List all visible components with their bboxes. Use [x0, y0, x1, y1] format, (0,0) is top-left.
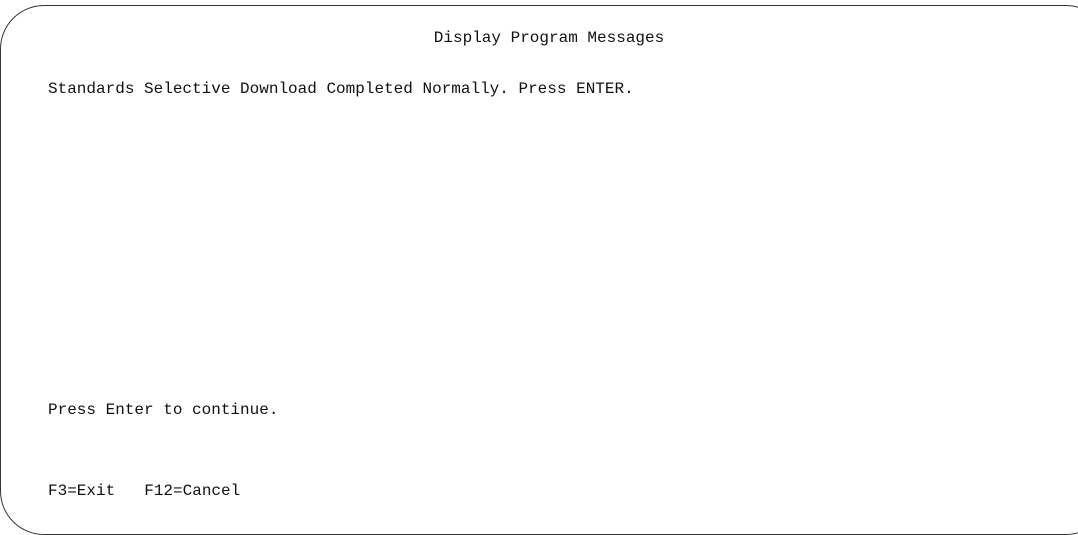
screen-title: Display Program Messages	[433, 29, 665, 47]
program-message: Standards Selective Download Completed N…	[48, 80, 634, 98]
function-key-bar: F3=Exit F12=Cancel	[48, 481, 240, 501]
f12-cancel-key[interactable]: F12=Cancel	[144, 481, 240, 501]
f3-exit-key[interactable]: F3=Exit	[48, 481, 115, 501]
continue-prompt: Press Enter to continue.	[48, 401, 279, 419]
